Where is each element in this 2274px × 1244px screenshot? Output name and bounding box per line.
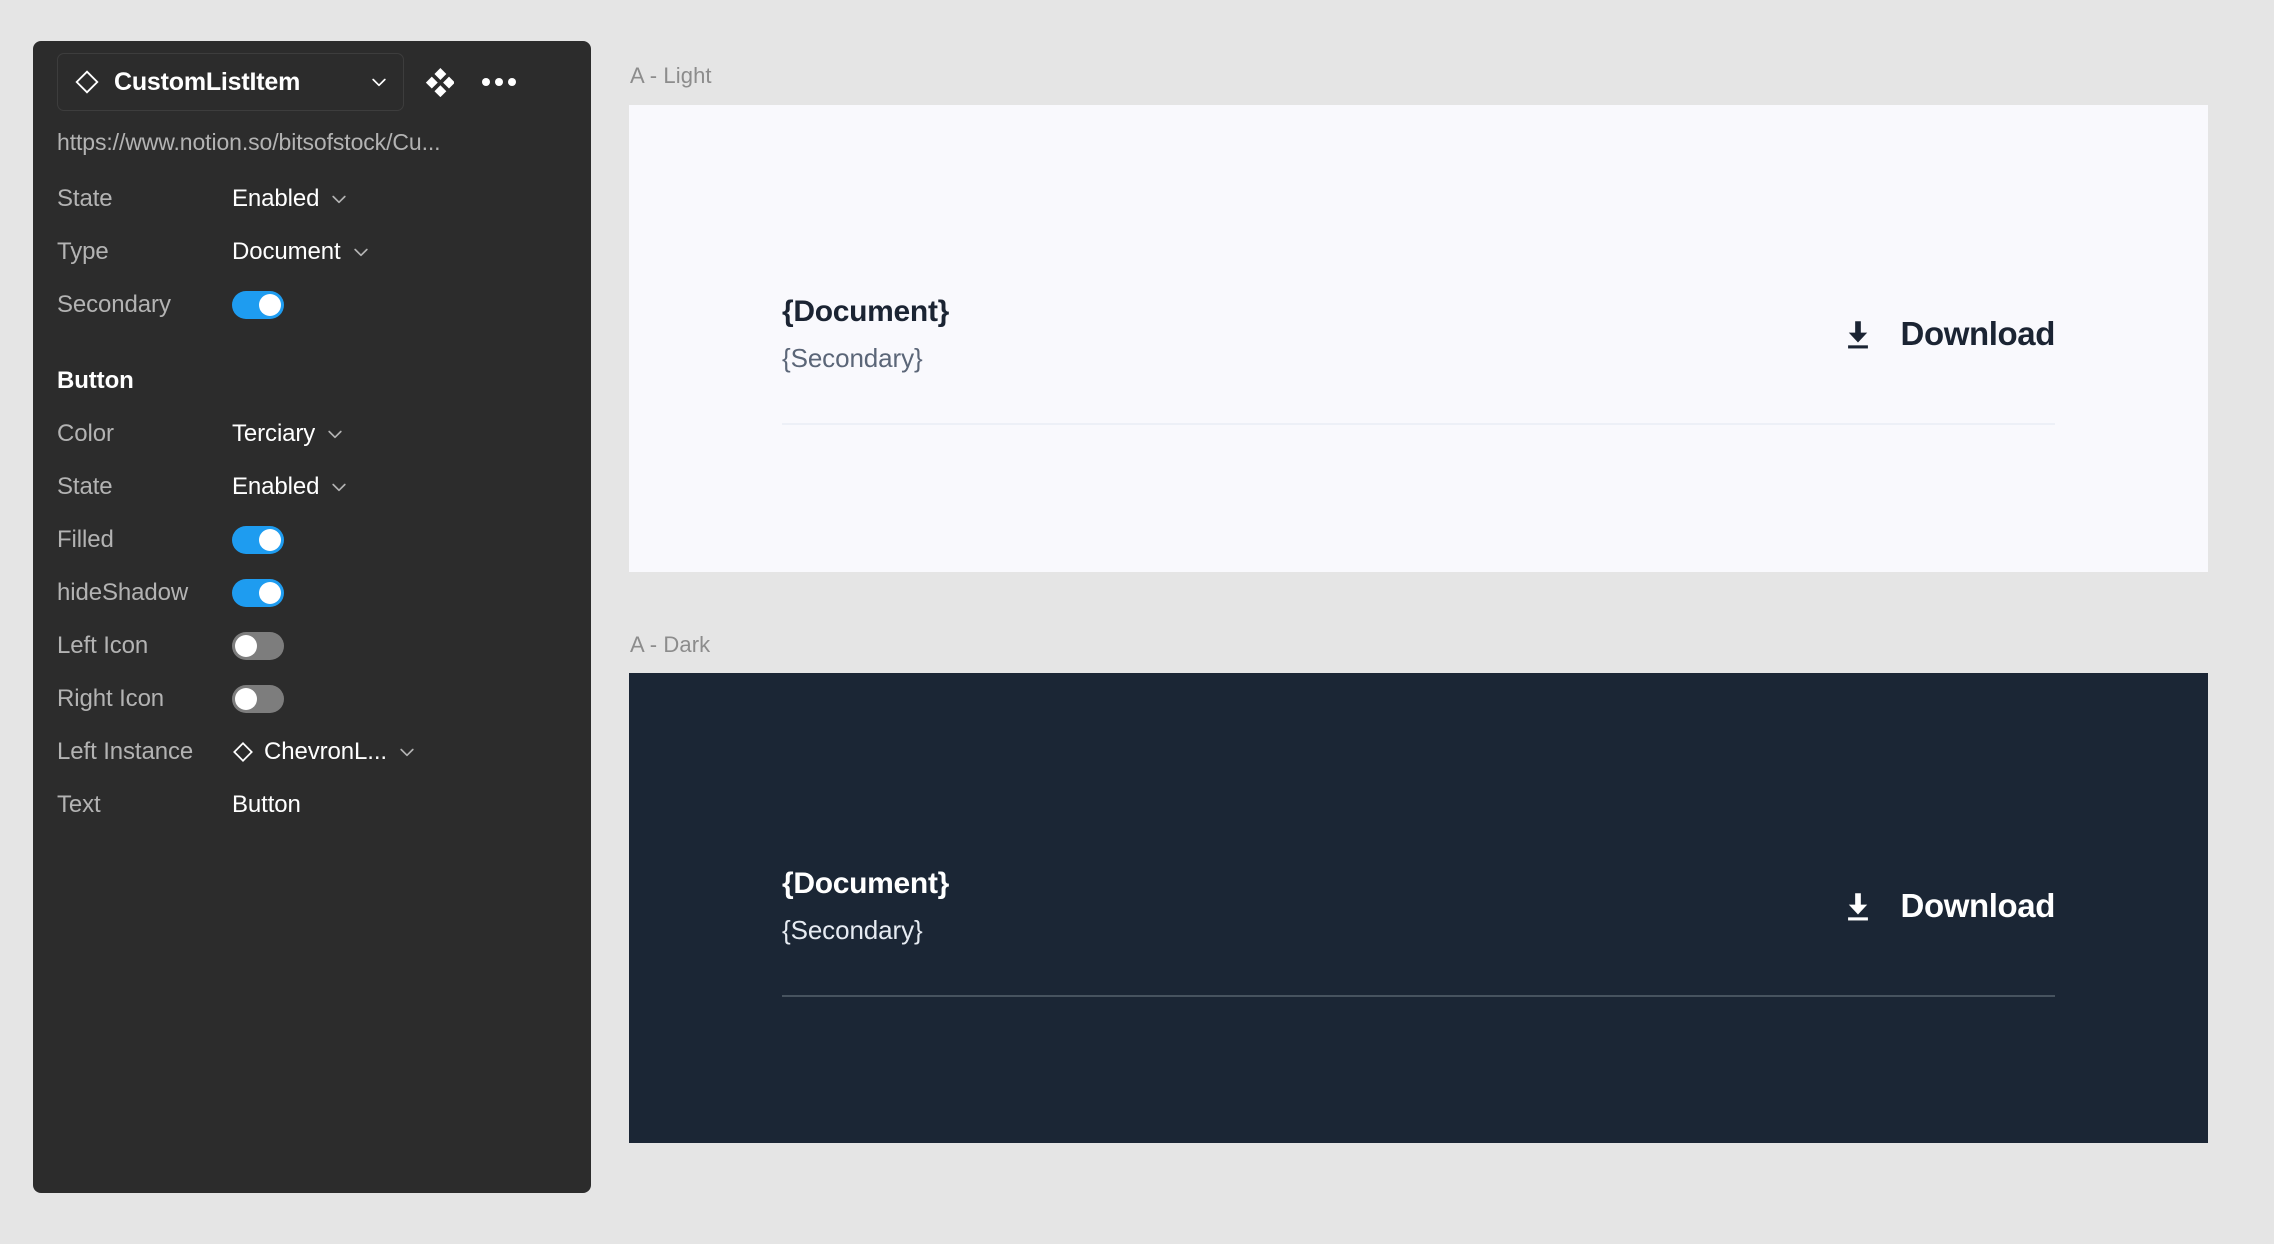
toggle-knob [259,293,281,316]
property-row-hideshadow[interactable]: hideShadow [57,566,567,619]
properties-panel: CustomListItem https://www.notion.so/bit… [33,41,591,1193]
property-row-type[interactable]: Type Document [57,225,567,278]
list-item-row: {Document} {Secondary} Download [782,867,2055,945]
property-label: Type [57,237,109,265]
chevron-down-icon[interactable] [325,424,345,444]
property-value: Enabled [232,184,320,212]
download-button-label: Download [1900,886,2056,924]
property-row-right-icon[interactable]: Right Icon [57,672,567,725]
toggle-knob [235,687,257,710]
property-control[interactable] [232,684,567,713]
property-label: State [57,184,113,212]
list-item-divider [782,422,2055,425]
chevron-down-icon[interactable] [369,72,389,92]
more-options-button[interactable] [482,65,516,99]
property-label: Secondary [57,290,171,318]
property-control[interactable] [232,578,567,607]
preview-card-dark: {Document} {Secondary} Download [629,673,2208,1143]
property-value: Enabled [232,472,320,500]
left-icon-toggle[interactable] [232,631,284,660]
custom-list-item-light[interactable]: {Document} {Secondary} Download [782,295,2055,425]
property-label: Left Instance [57,737,194,765]
property-row-state[interactable]: State Enabled [57,172,567,225]
property-control[interactable] [232,525,567,554]
swap-instance-button[interactable] [422,65,456,99]
panel-header-actions [422,65,516,99]
four-diamond-icon [425,68,454,97]
property-control[interactable]: Document [232,238,567,266]
frame-label-dark[interactable]: A - Dark [630,632,710,658]
download-icon [1847,893,1868,921]
list-item-divider [782,994,2055,997]
toggle-knob [235,634,257,657]
list-item-subtitle: {Secondary} [782,343,923,373]
more-options-icon [482,78,516,86]
property-row-filled[interactable]: Filled [57,513,567,566]
right-icon-toggle[interactable] [232,684,284,713]
property-label: Right Icon [57,684,165,712]
download-button-dark[interactable]: Download [1841,887,2055,925]
property-label: hideShadow [57,578,189,606]
property-value: ChevronL... [264,737,387,765]
chevron-down-icon[interactable] [329,189,349,209]
property-value: Button [232,790,301,818]
list-item-title: {Document} [782,295,950,328]
property-row-color[interactable]: Color Terciary [57,407,567,460]
panel-header: CustomListItem [33,41,591,111]
frame-label-light[interactable]: A - Light [630,63,712,89]
download-icon [1847,321,1868,349]
filled-toggle[interactable] [232,525,284,554]
list-item-row: {Document} {Secondary} Download [782,295,2055,373]
download-button-light[interactable]: Download [1841,315,2055,353]
custom-list-item-dark[interactable]: {Document} {Secondary} Download [782,867,2055,997]
chevron-down-icon[interactable] [351,242,371,262]
property-control[interactable]: Button [232,791,567,819]
list-item-text-group: {Document} {Secondary} [782,867,949,945]
hideshadow-toggle[interactable] [232,578,284,607]
chevron-down-icon[interactable] [397,742,417,762]
toggle-knob [259,528,281,551]
property-control[interactable]: Terciary [232,420,567,448]
property-control[interactable]: Enabled [232,473,567,501]
property-label: Filled [57,525,114,553]
secondary-toggle[interactable] [232,290,284,319]
property-label: Text [57,790,101,818]
component-name: CustomListItem [114,67,301,96]
property-control[interactable]: Enabled [232,185,567,213]
diamond-icon [75,70,99,94]
property-row-button-state[interactable]: State Enabled [57,460,567,513]
chevron-down-icon[interactable] [329,477,349,497]
property-control[interactable] [232,631,567,660]
button-section-title: Button [57,366,134,394]
property-row-text[interactable]: Text Button [57,778,567,831]
property-value: Terciary [232,419,316,447]
property-label: Color [57,419,114,447]
list-item-text-group: {Document} {Secondary} [782,295,949,373]
property-control[interactable]: ChevronL... [232,738,567,766]
property-control[interactable] [232,290,567,319]
property-row-left-icon[interactable]: Left Icon [57,619,567,672]
properties-list: State Enabled Type Document Secondary Bu… [33,156,591,831]
list-item-subtitle: {Secondary} [782,915,923,945]
toggle-knob [259,581,281,604]
property-row-secondary[interactable]: Secondary [57,278,567,331]
diamond-icon [233,741,253,762]
component-selector[interactable]: CustomListItem [57,53,404,111]
preview-card-light: {Document} {Secondary} Download [629,105,2208,572]
property-value: Document [232,237,341,265]
property-row-left-instance[interactable]: Left Instance ChevronL... [57,725,567,778]
list-item-title: {Document} [782,867,950,900]
property-label: Left Icon [57,631,149,659]
property-label: State [57,472,113,500]
download-button-label: Download [1900,314,2056,352]
